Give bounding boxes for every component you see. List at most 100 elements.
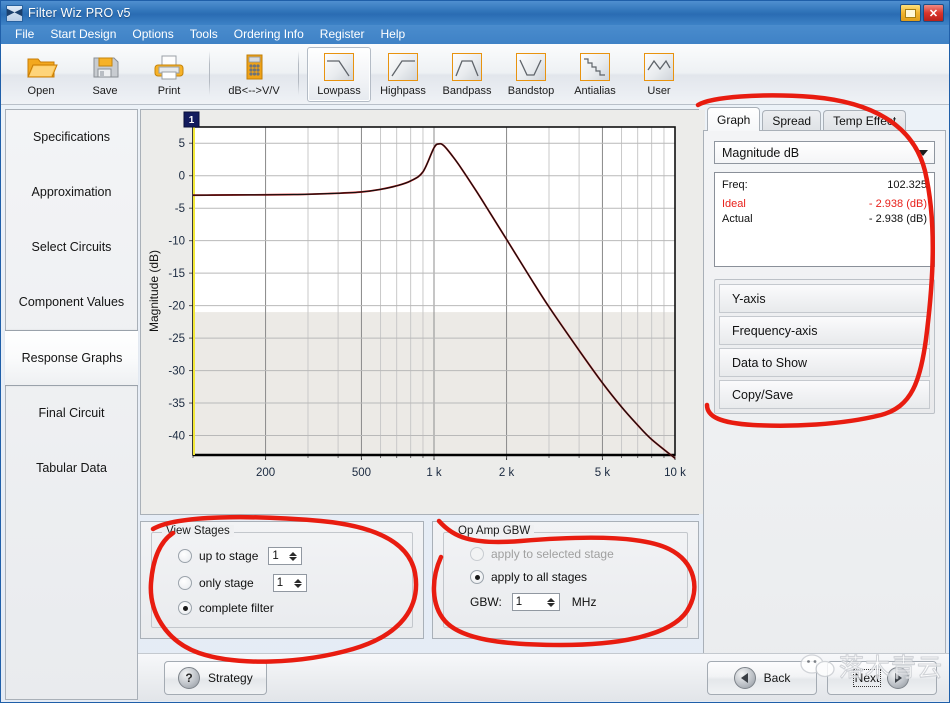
response-chart[interactable]: 50-5-10-15-20-25-30-35-402005001 k2 k5 k…	[141, 110, 698, 514]
sidebar-item-select-circuits[interactable]: Select Circuits	[6, 220, 137, 275]
spinner-up-arrow-icon[interactable]	[289, 552, 297, 556]
radio-apply-to-all-stages[interactable]	[470, 570, 484, 584]
toolbar-label-db-vv: dB<-->V/V	[228, 85, 279, 97]
toolbar-button-db-vv[interactable]: dB<-->V/V	[218, 47, 290, 102]
menu-item-start-design[interactable]: Start Design	[42, 25, 124, 44]
toolbar-separator-1	[209, 51, 210, 95]
spinner-only-stage[interactable]: 1	[273, 574, 307, 592]
label-apply-to-selected-stage: apply to selected stage	[491, 547, 614, 561]
toolbar-button-user[interactable]: User	[627, 47, 691, 102]
svg-text:1 k: 1 k	[426, 467, 442, 479]
sidebar-item-response-graphs[interactable]: Response Graphs	[5, 330, 138, 386]
spinner-down-arrow-icon[interactable]	[289, 557, 297, 561]
readout-actual-value: - 2.938 (dB)	[869, 212, 927, 227]
menu-item-help[interactable]: Help	[372, 25, 413, 44]
toolbar-button-print[interactable]: Print	[137, 47, 201, 102]
folder-open-icon	[24, 51, 58, 83]
minimize-button[interactable]	[900, 4, 921, 22]
sidebar-item-approximation[interactable]: Approximation	[6, 165, 137, 220]
radio-only-stage[interactable]	[178, 576, 192, 590]
tab-spread[interactable]: Spread	[762, 110, 821, 131]
close-button[interactable]: ✕	[923, 4, 944, 22]
menu-item-ordering-info[interactable]: Ordering Info	[226, 25, 312, 44]
chevron-down-icon[interactable]	[914, 143, 932, 162]
tab-temp-effect[interactable]: Temp Effect	[823, 110, 906, 131]
frequency-axis-button[interactable]: Frequency-axis	[719, 316, 930, 345]
label-only-stage: only stage	[199, 576, 254, 590]
strategy-button[interactable]: ? Strategy	[164, 661, 267, 695]
menu-item-file[interactable]: File	[7, 25, 42, 44]
svg-text:1: 1	[189, 115, 195, 126]
sidebar: Specifications Approximation Select Circ…	[5, 109, 138, 700]
toolbar-label-lowpass: Lowpass	[317, 85, 360, 97]
svg-text:-5: -5	[175, 203, 185, 215]
spinner-up-arrow-icon[interactable]	[547, 598, 555, 602]
svg-text:-15: -15	[168, 268, 185, 280]
spinner-down-arrow-icon[interactable]	[294, 584, 302, 588]
readout-freq-line: Freq: 102.325	[722, 178, 927, 193]
toolbar-button-highpass[interactable]: Highpass	[371, 47, 435, 102]
next-button[interactable]: Next	[827, 661, 937, 695]
tab-graph[interactable]: Graph	[707, 107, 760, 131]
sidebar-item-final-circuit[interactable]: Final Circuit	[6, 386, 137, 441]
gbw-value-row: GBW: 1 MHz	[470, 593, 687, 611]
toolbar-button-bandpass[interactable]: Bandpass	[435, 47, 499, 102]
floppy-disk-icon	[88, 51, 122, 83]
graph-tab-body: Magnitude dB Freq: 102.325 Ideal - 2.938…	[703, 130, 946, 700]
svg-text:200: 200	[256, 467, 275, 479]
sidebar-item-component-values[interactable]: Component Values	[6, 275, 137, 330]
op-amp-gbw-title: Op Amp GBW	[454, 525, 534, 537]
arrow-right-icon	[887, 667, 909, 689]
view-stages-option-up-to-stage[interactable]: up to stage 1	[178, 547, 412, 565]
gbw-option-all-stages[interactable]: apply to all stages	[470, 570, 687, 584]
radio-apply-to-selected-stage	[470, 547, 484, 561]
arrow-left-icon	[734, 667, 756, 689]
toolbar-button-lowpass[interactable]: Lowpass	[307, 47, 371, 102]
radio-up-to-stage[interactable]	[178, 549, 192, 563]
data-to-show-button[interactable]: Data to Show	[719, 348, 930, 377]
plot-type-combobox[interactable]: Magnitude dB	[714, 141, 935, 164]
copy-save-button[interactable]: Copy/Save	[719, 380, 930, 409]
spinner-only-stage-arrows[interactable]	[292, 575, 306, 591]
toolbar-button-antialias[interactable]: Antialias	[563, 47, 627, 102]
toolbar-button-bandstop[interactable]: Bandstop	[499, 47, 563, 102]
toolbar-button-open[interactable]: Open	[9, 47, 73, 102]
response-graph-panel: 50-5-10-15-20-25-30-35-402005001 k2 k5 k…	[140, 109, 699, 515]
menu-item-register[interactable]: Register	[312, 25, 373, 44]
gbw-spinner-value: 1	[513, 594, 545, 610]
spinner-up-to-stage[interactable]: 1	[268, 547, 302, 565]
view-stages-title: View Stages	[162, 525, 234, 537]
bandpass-response-icon	[450, 51, 484, 83]
toolbar-button-save[interactable]: Save	[73, 47, 137, 102]
spinner-up-to-stage-arrows[interactable]	[287, 548, 301, 564]
next-label: Next	[855, 671, 880, 685]
gbw-spinner-arrows[interactable]	[545, 594, 559, 610]
op-amp-gbw-panel: Op Amp GBW apply to selected stage apply…	[432, 521, 699, 639]
readout-freq-label: Freq:	[722, 178, 748, 193]
back-button[interactable]: Back	[707, 661, 817, 695]
spinner-down-arrow-icon[interactable]	[547, 603, 555, 607]
view-stages-option-complete-filter[interactable]: complete filter	[178, 601, 412, 615]
view-stages-option-only-stage[interactable]: only stage 1	[178, 574, 412, 592]
menu-bar: File Start Design Options Tools Ordering…	[1, 25, 949, 44]
gbw-spinner[interactable]: 1	[512, 593, 560, 611]
view-stages-panel: View Stages up to stage 1	[140, 521, 424, 639]
magnitude-response-chart[interactable]: 50-5-10-15-20-25-30-35-402005001 k2 k5 k…	[141, 110, 705, 514]
toolbar-label-open: Open	[28, 85, 55, 97]
svg-text:-25: -25	[168, 333, 185, 345]
sidebar-item-tabular-data[interactable]: Tabular Data	[6, 441, 137, 496]
svg-text:2 k: 2 k	[499, 467, 515, 479]
graph-options-button-stack: Y-axis Frequency-axis Data to Show Copy/…	[714, 279, 935, 414]
radio-complete-filter[interactable]	[178, 601, 192, 615]
svg-text:5 k: 5 k	[595, 467, 611, 479]
y-axis-button[interactable]: Y-axis	[719, 284, 930, 313]
menu-item-tools[interactable]: Tools	[182, 25, 226, 44]
spinner-up-arrow-icon[interactable]	[294, 579, 302, 583]
svg-text:5: 5	[179, 138, 185, 150]
svg-text:-20: -20	[168, 301, 185, 313]
sidebar-item-specifications[interactable]: Specifications	[6, 110, 137, 165]
menu-item-options[interactable]: Options	[124, 25, 181, 44]
toolbar-label-bandstop: Bandstop	[508, 85, 554, 97]
svg-text:-35: -35	[168, 398, 185, 410]
op-amp-gbw-group: Op Amp GBW apply to selected stage apply…	[443, 532, 688, 628]
